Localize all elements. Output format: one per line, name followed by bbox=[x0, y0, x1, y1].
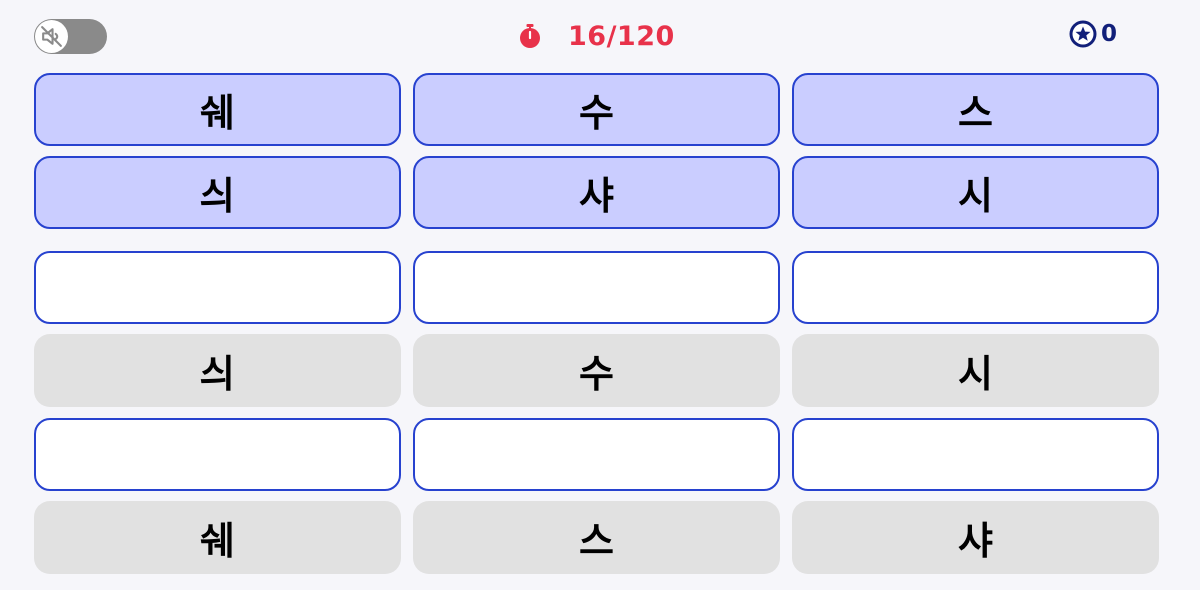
sound-toggle-knob bbox=[35, 20, 68, 53]
answer-slot[interactable] bbox=[792, 251, 1159, 324]
choice-tile[interactable]: 쉐 bbox=[34, 501, 401, 574]
stopwatch-icon bbox=[520, 24, 540, 48]
choice-tile[interactable]: 싀 bbox=[34, 334, 401, 407]
star-score: 0 bbox=[1068, 18, 1117, 50]
target-tile: 수 bbox=[413, 73, 780, 146]
choice-tile[interactable]: 시 bbox=[792, 334, 1159, 407]
target-tile: 시 bbox=[792, 156, 1159, 229]
choice-tile[interactable]: 스 bbox=[413, 501, 780, 574]
target-row-2: 싀 샤 시 bbox=[34, 156, 1160, 229]
answer-slot[interactable] bbox=[792, 418, 1159, 491]
timer-text: 16/120 bbox=[568, 20, 675, 52]
answer-slot[interactable] bbox=[34, 251, 401, 324]
choice-tile[interactable]: 수 bbox=[413, 334, 780, 407]
sound-toggle[interactable] bbox=[34, 19, 107, 54]
top-bar: 16/120 0 bbox=[0, 0, 1200, 72]
target-tile: 쉐 bbox=[34, 73, 401, 146]
target-tile: 샤 bbox=[413, 156, 780, 229]
target-row-1: 쉐 수 스 bbox=[34, 73, 1160, 146]
star-badge-icon bbox=[1069, 20, 1097, 48]
choice-tile[interactable]: 샤 bbox=[792, 501, 1159, 574]
answer-slot-row-2 bbox=[34, 418, 1160, 491]
target-tile: 싀 bbox=[34, 156, 401, 229]
answer-slot[interactable] bbox=[413, 251, 780, 324]
timer: 16/120 bbox=[516, 18, 675, 54]
speaker-muted-icon bbox=[41, 26, 62, 47]
star-count: 0 bbox=[1101, 21, 1118, 47]
choice-row-2: 쉐 스 샤 bbox=[34, 501, 1160, 574]
answer-slot-row-1 bbox=[34, 251, 1160, 324]
choice-row-1: 싀 수 시 bbox=[34, 334, 1160, 407]
answer-slot[interactable] bbox=[34, 418, 401, 491]
target-tile: 스 bbox=[792, 73, 1159, 146]
answer-slot[interactable] bbox=[413, 418, 780, 491]
